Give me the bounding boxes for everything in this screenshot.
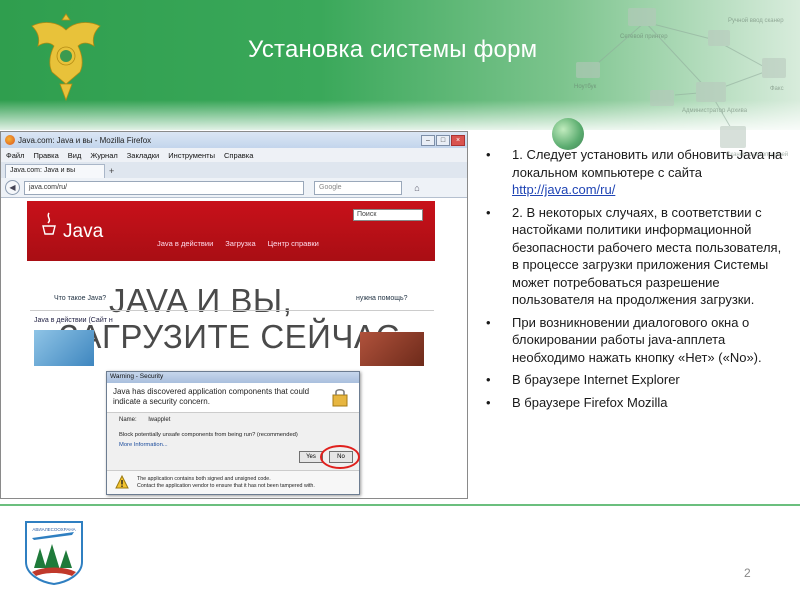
- menu-tools[interactable]: Инструменты: [168, 151, 215, 160]
- instruction-item-1: 1. Следует установить или обновить Java …: [484, 146, 790, 199]
- dialog-footer-line-2: Contact the application vendor to ensure…: [137, 483, 315, 489]
- slide-title: Установка системы форм: [248, 36, 538, 63]
- highlight-circle: [320, 445, 360, 469]
- instructions-list: 1. Следует установить или обновить Java …: [484, 146, 790, 416]
- menu-bookmarks[interactable]: Закладки: [127, 151, 159, 160]
- dialog-question: Block potentially unsafe components from…: [119, 432, 298, 438]
- java-download-link[interactable]: http://java.com/ru/: [512, 181, 790, 199]
- menu-view[interactable]: Вид: [68, 151, 82, 160]
- close-button[interactable]: ×: [451, 134, 465, 146]
- java-in-action-heading: Java в действии (Сайт н: [34, 317, 113, 324]
- dialog-title: Warning - Security: [107, 372, 359, 383]
- menu-edit[interactable]: Правка: [33, 151, 58, 160]
- java-nav-download[interactable]: Загрузка: [225, 239, 255, 248]
- hero-line-1: JAVA И ВЫ,: [109, 282, 293, 319]
- diagram-label-fax: Факс: [770, 86, 784, 92]
- dialog-name-row: Name: lwapplet: [119, 417, 170, 423]
- instruction-item-2: 2. В некоторых случаях, в соответствии с…: [484, 204, 790, 309]
- page-number: 2: [744, 566, 751, 580]
- dialog-header: Java has discovered application componen…: [107, 383, 359, 413]
- search-input[interactable]: Google: [314, 180, 402, 195]
- menubar: Файл Правка Вид Журнал Закладки Инструме…: [1, 148, 467, 162]
- dialog-heading: Java has discovered application componen…: [113, 387, 310, 406]
- what-is-java-link[interactable]: Что такое Java?: [54, 295, 106, 302]
- dialog-name-label: Name:: [119, 417, 137, 423]
- menu-file[interactable]: Файл: [6, 151, 24, 160]
- instruction-1-text: 1. Следует установить или обновить Java …: [512, 147, 783, 180]
- lock-icon: [332, 388, 348, 407]
- window-title: Java.com: Java и вы - Mozilla Firefox: [18, 135, 152, 145]
- tab-bar: Java.com: Java и вы +: [1, 162, 467, 178]
- menu-help[interactable]: Справка: [224, 151, 253, 160]
- window-titlebar: Java.com: Java и вы - Mozilla Firefox – …: [1, 132, 467, 148]
- java-nav: Java в действии Загрузка Центр справки: [157, 239, 319, 248]
- back-button[interactable]: ◀: [5, 180, 20, 195]
- url-bar[interactable]: java.com/ru/: [24, 180, 304, 195]
- instruction-item-4: В браузере Internet Explorer: [484, 371, 790, 389]
- thumbnail-image: [34, 330, 94, 366]
- java-search-input[interactable]: Поиск: [353, 209, 423, 221]
- avialesookhrana-logo-icon: АВИАЛЕСООХРАНА: [25, 521, 83, 586]
- java-nav-action[interactable]: Java в действии: [157, 239, 213, 248]
- footer-divider: [0, 504, 800, 506]
- java-nav-help[interactable]: Центр справки: [268, 239, 319, 248]
- footer-logo-text: АВИАЛЕСООХРАНА: [32, 527, 75, 532]
- security-warning-dialog: Warning - Security Java has discovered a…: [106, 371, 360, 495]
- thumbnail-image-books: [360, 332, 424, 366]
- eagle-emblem-icon: [31, 13, 101, 102]
- more-information-link[interactable]: More Information...: [119, 442, 168, 448]
- minimize-button[interactable]: –: [421, 134, 435, 146]
- menu-history[interactable]: Журнал: [90, 151, 117, 160]
- firefox-icon: [5, 135, 15, 145]
- dialog-name-value: lwapplet: [148, 417, 171, 423]
- java-banner: Java Java в действии Загрузка Центр спра…: [27, 201, 435, 261]
- tab-java[interactable]: Java.com: Java и вы: [5, 164, 105, 178]
- instruction-item-5: В браузере Firefox Mozilla: [484, 394, 790, 412]
- diagram-label-printer: Сетевой принтер: [620, 33, 668, 40]
- diagram-label-laptop: Ноутбук: [574, 84, 597, 90]
- need-help-link[interactable]: нужна помощь?: [356, 295, 408, 302]
- instruction-item-3: При возникновении диалогового окна о бло…: [484, 314, 790, 367]
- home-icon[interactable]: ⌂: [410, 181, 424, 195]
- diagram-label-archive-admin: Администратор Архива: [682, 108, 748, 114]
- java-logo-text: Java: [63, 221, 104, 242]
- navigation-bar: ◀ java.com/ru/ Google ⌂: [1, 178, 467, 198]
- maximize-button[interactable]: □: [436, 134, 450, 146]
- java-cup-icon: [42, 212, 56, 235]
- new-tab-button[interactable]: +: [109, 166, 114, 176]
- dialog-footer: The application contains both signed and…: [107, 470, 359, 494]
- divider: [30, 310, 434, 311]
- dialog-footer-line-1: The application contains both signed and…: [137, 476, 271, 482]
- diagram-label-scanner: Ручной ввод сканер: [728, 17, 784, 24]
- warning-icon: [115, 475, 129, 489]
